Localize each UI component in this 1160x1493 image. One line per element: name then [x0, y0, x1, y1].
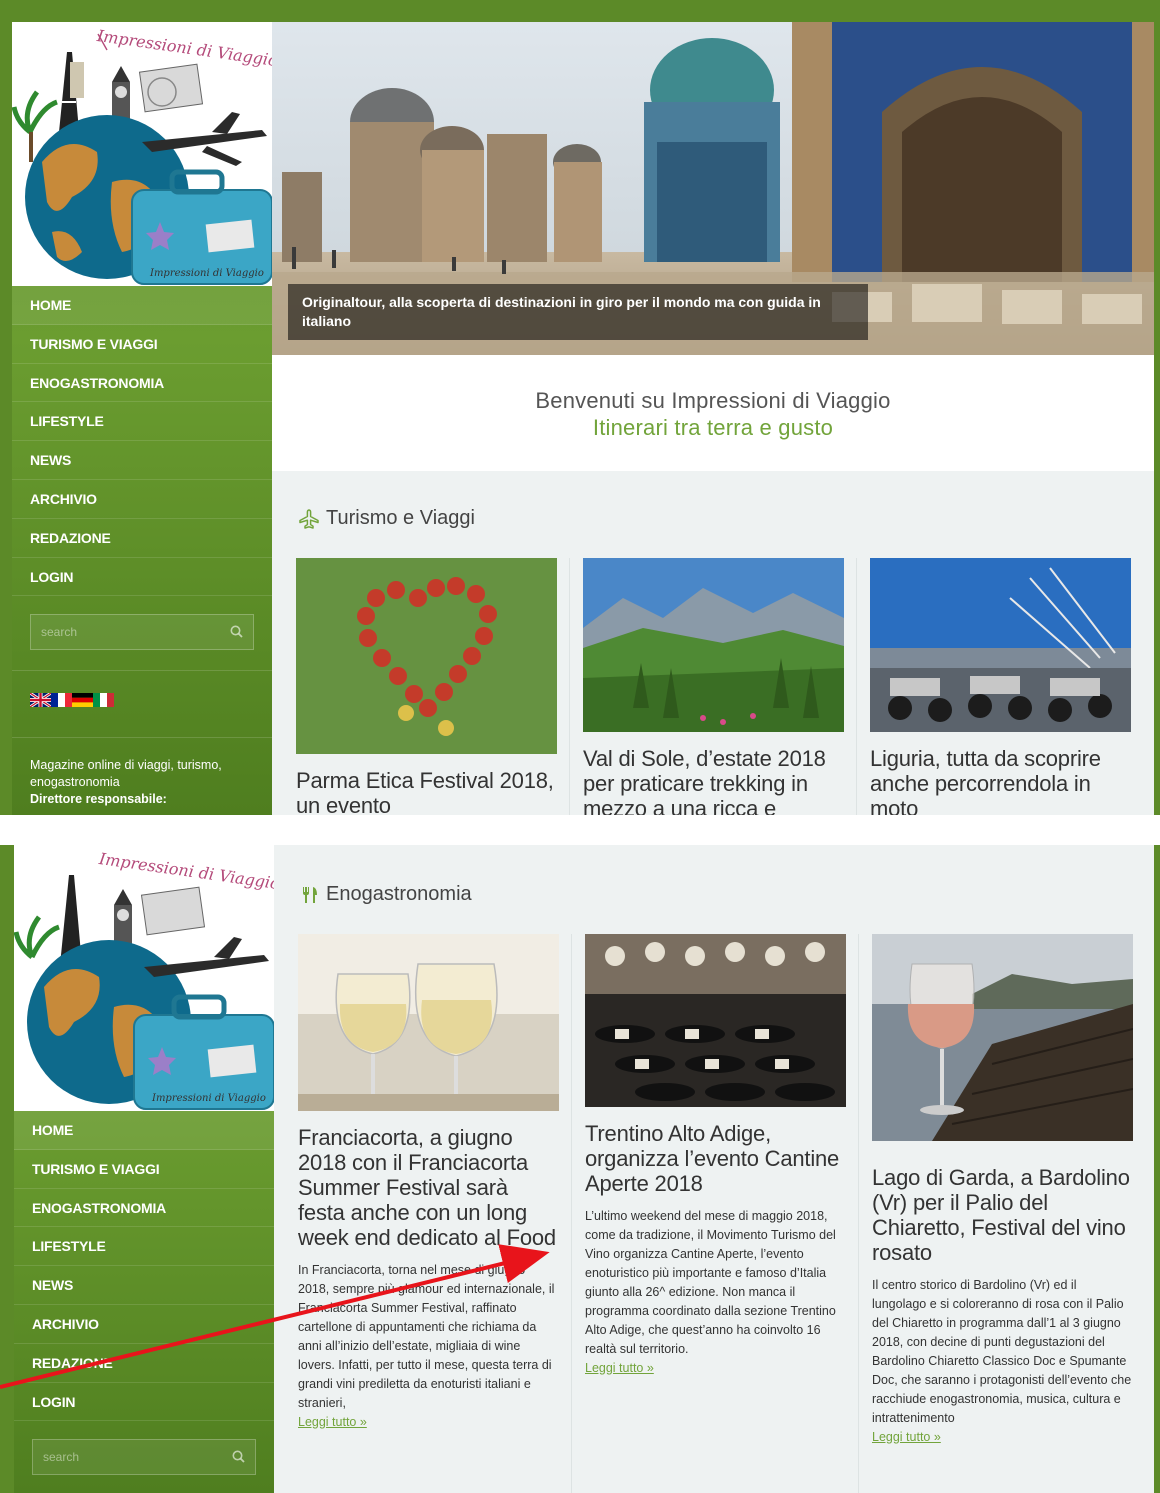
about-line-1: Magazine online di viaggi, turismo, enog… — [30, 758, 222, 789]
welcome-title: Benvenuti su Impressioni di Viaggio — [535, 388, 891, 413]
article-image-mountains[interactable] — [583, 558, 844, 732]
frame-left — [0, 0, 12, 815]
menu-item-lifestyle[interactable]: LIFESTYLE — [12, 402, 272, 442]
menu-item-news[interactable]: NEWS — [12, 441, 272, 480]
search-icon[interactable] — [230, 625, 243, 638]
flag-italy-icon[interactable] — [93, 693, 114, 707]
flag-uk-icon[interactable] — [30, 693, 51, 707]
article-image-motorbikes[interactable] — [870, 558, 1131, 732]
article-title[interactable]: Parma Etica Festival 2018, un evento — [296, 768, 557, 815]
divider — [12, 737, 272, 738]
screenshot-top: Impressioni di Viaggio Impressioni di Vi… — [0, 0, 1160, 815]
article-card[interactable]: Parma Etica Festival 2018, un evento — [296, 558, 557, 815]
section-title-text: Turismo e Viaggi — [326, 507, 475, 529]
hero-caption[interactable]: Originaltour, alla scoperta di destinazi… — [288, 284, 868, 340]
article-image-apples[interactable] — [296, 558, 557, 754]
site-logo[interactable]: Impressioni di Viaggio Impressioni di Vi… — [12, 22, 272, 286]
menu-item-home[interactable]: HOME — [12, 286, 272, 325]
section-turismo: Turismo e Viaggi Parma Etica Festival 20… — [272, 471, 1154, 815]
hero-slider[interactable]: Originaltour, alla scoperta di destinazi… — [272, 22, 1154, 355]
annotation-arrow — [0, 1244, 550, 1389]
language-flags — [30, 693, 114, 707]
about-line-2: Direttore responsabile: — [30, 792, 167, 806]
airplane-icon — [299, 508, 319, 529]
divider — [569, 558, 570, 815]
flag-germany-icon[interactable] — [72, 693, 93, 707]
article-card[interactable]: Val di Sole, d’estate 2018 per praticare… — [583, 558, 844, 815]
divider — [856, 558, 857, 815]
welcome-subtitle: Itinerari tra terra e gusto — [592, 415, 834, 440]
flag-france-icon[interactable] — [51, 693, 72, 707]
sidebar: Impressioni di Viaggio Impressioni di Vi… — [12, 22, 272, 815]
main-menu: HOME TURISMO E VIAGGI ENOGASTRONOMIA LIF… — [12, 286, 272, 597]
menu-item-redazione[interactable]: REDAZIONE — [12, 519, 272, 558]
logo-suitcase-text: Impressioni di Viaggio — [149, 268, 264, 279]
welcome-block: Benvenuti su Impressioni di Viaggio Itin… — [272, 355, 1154, 471]
search-box — [30, 614, 254, 650]
divider — [12, 670, 272, 671]
logo-illustration: Impressioni di Viaggio Impressioni di Vi… — [12, 22, 272, 286]
menu-item-enogastronomia[interactable]: ENOGASTRONOMIA — [12, 364, 272, 403]
about-text: Magazine online di viaggi, turismo, enog… — [30, 757, 260, 808]
article-card[interactable]: Liguria, tutta da scoprire anche percorr… — [870, 558, 1131, 815]
search-input[interactable] — [31, 615, 253, 649]
menu-item-login[interactable]: LOGIN — [12, 558, 272, 597]
screenshot-bottom: Impressioni di Viaggio Impressioni di Vi… — [0, 845, 1160, 1493]
menu-item-turismo[interactable]: TURISMO E VIAGGI — [12, 325, 272, 364]
menu-item-archivio[interactable]: ARCHIVIO — [12, 480, 272, 519]
article-title[interactable]: Liguria, tutta da scoprire anche percorr… — [870, 746, 1131, 815]
article-title[interactable]: Val di Sole, d’estate 2018 per praticare… — [583, 746, 844, 815]
frame-top — [0, 0, 1160, 22]
section-title-turismo: Turismo e Viaggi — [298, 507, 475, 530]
frame-right — [1154, 0, 1160, 815]
